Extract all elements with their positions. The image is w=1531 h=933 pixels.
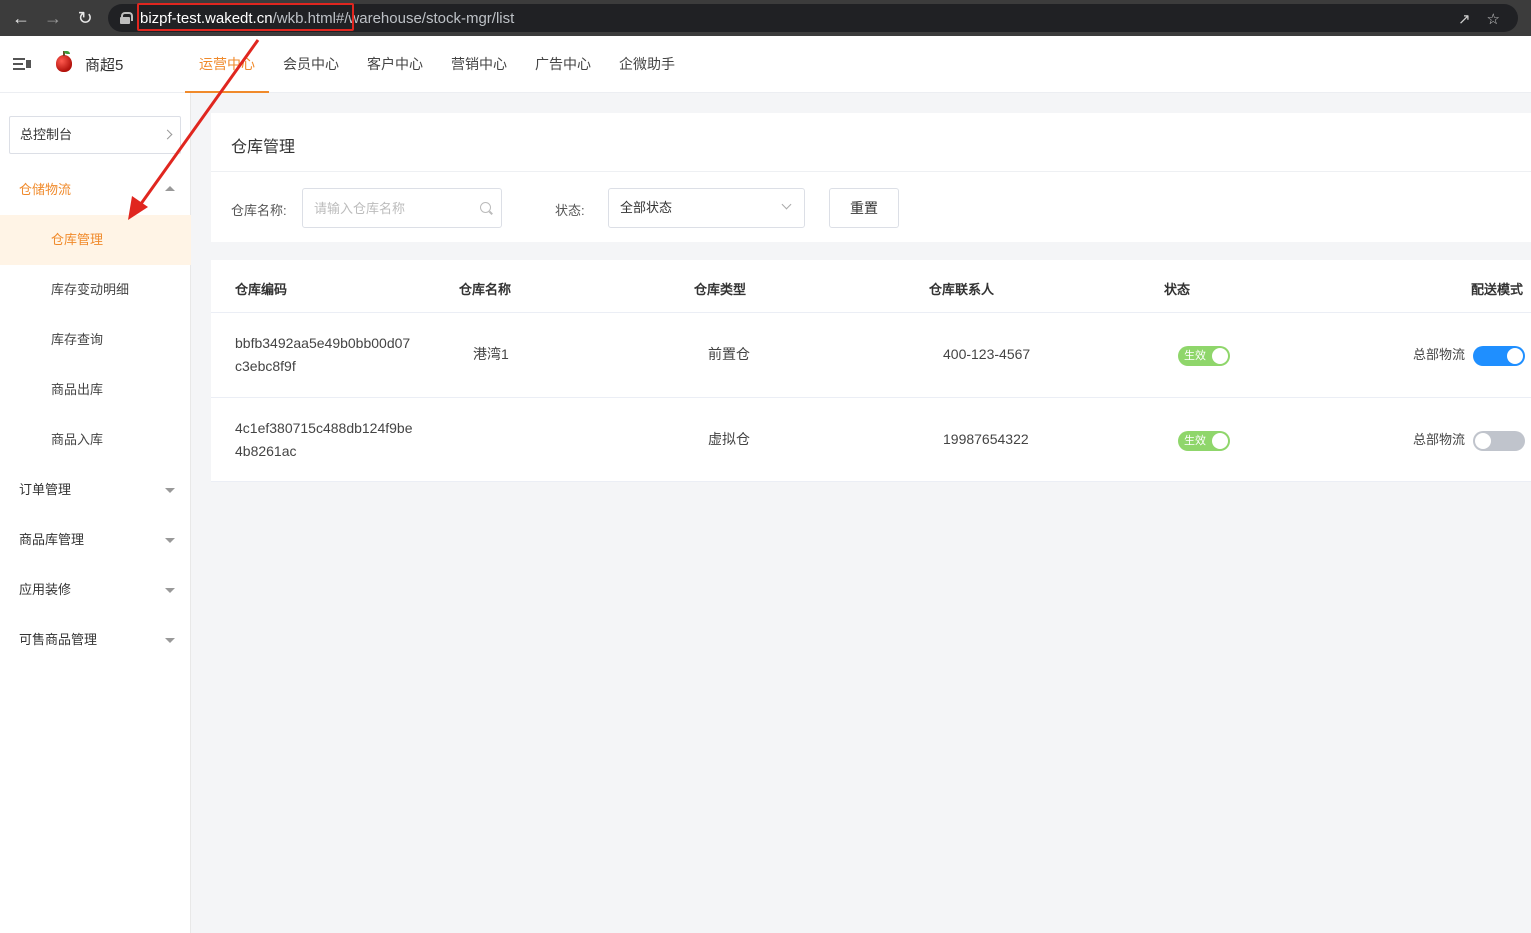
chevron-down-icon <box>781 199 792 210</box>
url-highlight-box <box>137 3 354 31</box>
cell-code: 4c1ef380715c488db124f9be 4b8261ac <box>235 417 413 463</box>
cell-code: bbfb3492aa5e49b0bb00d07 c3ebc8f9f <box>235 332 410 378</box>
filter-panel: 仓库管理 仓库名称: 状态: 全部状态 重置 <box>211 113 1531 242</box>
bookmark-star-icon[interactable]: ☆ <box>1487 10 1500 28</box>
sidebar-group-sellable-products[interactable]: 可售商品管理 <box>0 615 191 665</box>
warehouse-name-label: 仓库名称: <box>231 203 287 218</box>
back-icon[interactable]: ← <box>10 7 32 29</box>
caret-down-icon <box>165 638 175 643</box>
caret-down-icon <box>165 588 175 593</box>
column-header-delivery: 配送模式 <box>1471 282 1524 297</box>
delivery-mode-label: 总部物流 <box>1413 347 1466 362</box>
sidebar-group-orders[interactable]: 订单管理 <box>0 465 191 515</box>
sidebar-group-label: 订单管理 <box>19 482 72 497</box>
tab-members[interactable]: 会员中心 <box>269 36 353 93</box>
cell-name: 港湾1 <box>473 346 509 362</box>
dashboard-button[interactable]: 总控制台 <box>9 116 181 154</box>
row-divider <box>211 481 1531 482</box>
brand-name: 商超5 <box>85 57 124 74</box>
page-title: 仓库管理 <box>231 139 296 156</box>
column-header-type: 仓库类型 <box>694 282 747 297</box>
menu-collapse-icon[interactable] <box>13 56 31 72</box>
status-toggle[interactable]: 生效 <box>1178 346 1230 366</box>
column-header-code: 仓库编码 <box>235 282 288 297</box>
column-header-contact: 仓库联系人 <box>929 282 995 297</box>
toggle-knob <box>1475 433 1491 449</box>
tab-wecom-assistant[interactable]: 企微助手 <box>605 36 689 93</box>
sidebar-group-product-library[interactable]: 商品库管理 <box>0 515 191 565</box>
toggle-knob <box>1212 348 1228 364</box>
sidebar-group-app-decoration[interactable]: 应用装修 <box>0 565 191 615</box>
sidebar-item-warehouse-mgmt[interactable]: 仓库管理 <box>0 215 191 265</box>
status-label: 状态: <box>555 203 585 218</box>
tab-customers[interactable]: 客户中心 <box>353 36 437 93</box>
lock-icon <box>120 12 133 24</box>
toggle-knob <box>1507 348 1523 364</box>
status-select[interactable]: 全部状态 <box>608 188 805 228</box>
sidebar-group-label: 可售商品管理 <box>19 632 98 647</box>
column-header-name: 仓库名称 <box>459 282 512 297</box>
chevron-right-icon <box>162 129 173 140</box>
warehouse-name-field <box>302 188 502 228</box>
delivery-mode-toggle[interactable] <box>1473 431 1525 451</box>
sidebar-item-stock-changes[interactable]: 库存变动明细 <box>0 265 191 315</box>
status-toggle-label: 生效 <box>1184 350 1206 362</box>
caret-down-icon <box>165 538 175 543</box>
reload-icon[interactable]: ↻ <box>74 7 96 29</box>
browser-toolbar: ← → ↻ bizpf-test.wakedt.cn/wkb.html#/war… <box>0 0 1531 36</box>
app-header: 商超5 运营中心 会员中心 客户中心 营销中心 广告中心 企微助手 <box>0 36 1531 93</box>
status-toggle-label: 生效 <box>1184 435 1206 447</box>
sidebar-group-label: 仓储物流 <box>19 182 72 197</box>
tab-marketing[interactable]: 营销中心 <box>437 36 521 93</box>
cell-contact: 19987654322 <box>943 431 1029 447</box>
cell-code-line2: 4b8261ac <box>235 443 297 459</box>
status-select-value: 全部状态 <box>620 200 673 215</box>
sidebar-item-stock-query[interactable]: 库存查询 <box>0 315 191 365</box>
tab-ads[interactable]: 广告中心 <box>521 36 605 93</box>
cell-code-line1: 4c1ef380715c488db124f9be <box>235 420 413 436</box>
sidebar-group-label: 商品库管理 <box>19 532 85 547</box>
cell-contact: 400-123-4567 <box>943 346 1031 362</box>
cell-type: 虚拟仓 <box>708 431 750 447</box>
search-icon[interactable] <box>480 202 491 213</box>
top-nav-tabs: 运营中心 会员中心 客户中心 营销中心 广告中心 企微助手 <box>185 36 689 93</box>
dashboard-label: 总控制台 <box>20 127 73 142</box>
cell-code-line2: c3ebc8f9f <box>235 358 296 374</box>
sidebar-item-goods-inbound[interactable]: 商品入库 <box>0 415 191 465</box>
caret-up-icon <box>165 186 175 191</box>
row-divider <box>211 312 1531 313</box>
delivery-mode-toggle[interactable] <box>1473 346 1525 366</box>
column-header-status: 状态 <box>1164 282 1191 297</box>
warehouse-name-input[interactable] <box>303 189 463 227</box>
sidebar-group-label: 应用装修 <box>19 582 72 597</box>
sidebar-item-goods-outbound[interactable]: 商品出库 <box>0 365 191 415</box>
share-icon[interactable]: ↗ <box>1458 10 1471 28</box>
warehouse-table: 仓库编码 仓库名称 仓库类型 仓库联系人 状态 配送模式 bbfb3492aa5… <box>211 260 1531 482</box>
cell-code-line1: bbfb3492aa5e49b0bb00d07 <box>235 335 411 351</box>
forward-icon[interactable]: → <box>42 7 64 29</box>
sidebar-group-warehouse[interactable]: 仓储物流 <box>0 165 191 215</box>
cell-type: 前置仓 <box>708 346 750 362</box>
tab-operations[interactable]: 运营中心 <box>185 36 269 93</box>
divider <box>211 171 1531 172</box>
apple-logo-icon <box>56 51 72 72</box>
status-toggle[interactable]: 生效 <box>1178 431 1230 451</box>
row-divider <box>211 397 1531 398</box>
reset-button[interactable]: 重置 <box>829 188 899 228</box>
delivery-mode-label: 总部物流 <box>1413 432 1466 447</box>
sidebar: 总控制台 仓储物流 仓库管理 库存变动明细 库存查询 商品出库 商品入库 订单管… <box>0 93 191 933</box>
toggle-knob <box>1212 433 1228 449</box>
caret-down-icon <box>165 488 175 493</box>
